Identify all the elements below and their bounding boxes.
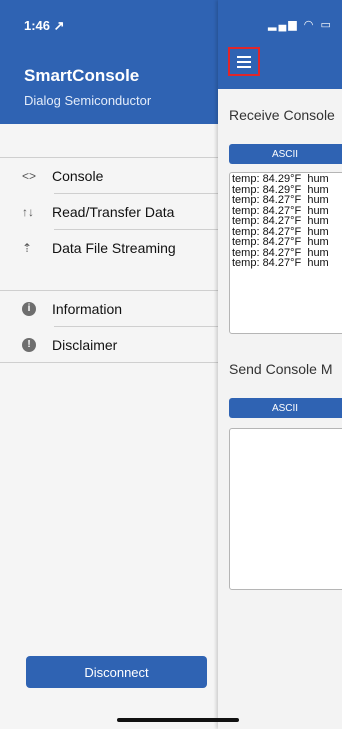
app-subtitle: Dialog Semiconductor [24, 93, 152, 108]
receive-console-title: Receive Console [229, 107, 335, 123]
alert-icon: ! [22, 337, 36, 352]
divider [0, 362, 218, 363]
drawer-header: 1:46 ↗ SmartConsole Dialog Semiconductor [0, 0, 218, 124]
drawer-info-menu: i Information ! Disclaimer [0, 290, 218, 363]
menu-item-console[interactable]: <> Console [0, 158, 218, 193]
panel-header: ▂▄▆ ◠ ▭ [218, 0, 342, 89]
menu-item-label: Disclaimer [52, 336, 118, 353]
console-line: temp: 84.27°F hum [232, 236, 329, 248]
send-format-toggle[interactable]: ASCII [229, 398, 342, 418]
code-icon: <> [22, 168, 37, 183]
menu-item-data-file-streaming[interactable]: ⇡ Data File Streaming [0, 230, 218, 265]
disconnect-button[interactable]: Disconnect [26, 656, 207, 688]
console-line: temp: 84.29°F hum [232, 173, 329, 185]
drawer-menu: <> Console ↑↓ Read/Transfer Data ⇡ Data … [0, 157, 218, 265]
wifi-icon: ◠ [303, 19, 316, 31]
receive-format-toggle[interactable]: ASCII [229, 144, 342, 164]
send-console-title: Send Console M [229, 361, 333, 377]
console-line: temp: 84.27°F hum [232, 194, 329, 206]
battery-icon: ▭ [320, 19, 333, 31]
receive-console-output: temp: 84.29°F hum temp: 84.29°F hum temp… [229, 172, 342, 334]
console-panel: ▂▄▆ ◠ ▭ Receive Console ASCII temp: 84.2… [218, 0, 342, 729]
send-console-input[interactable] [229, 428, 342, 590]
hamburger-menu-icon[interactable] [228, 47, 260, 76]
transfer-arrows-icon: ↑↓ [22, 204, 34, 219]
console-line: temp: 84.27°F hum [232, 257, 329, 269]
console-line: temp: 84.27°F hum [232, 215, 329, 227]
signal-icon: ▂▄▆ [268, 19, 299, 31]
navigation-drawer: 1:46 ↗ SmartConsole Dialog Semiconductor… [0, 0, 218, 729]
menu-item-read-transfer[interactable]: ↑↓ Read/Transfer Data [0, 194, 218, 229]
menu-item-label: Data File Streaming [52, 239, 176, 256]
menu-item-information[interactable]: i Information [0, 291, 218, 326]
status-bar-icons: ▂▄▆ ◠ ▭ [268, 18, 333, 31]
app-title: SmartConsole [24, 66, 140, 85]
info-icon: i [22, 301, 36, 316]
menu-item-label: Read/Transfer Data [52, 203, 175, 220]
menu-item-label: Console [52, 167, 104, 184]
menu-item-disclaimer[interactable]: ! Disclaimer [0, 327, 218, 362]
upload-icon: ⇡ [22, 240, 33, 255]
status-time: 1:46 ↗ [24, 18, 65, 33]
home-indicator [117, 718, 239, 722]
menu-item-label: Information [52, 300, 123, 317]
